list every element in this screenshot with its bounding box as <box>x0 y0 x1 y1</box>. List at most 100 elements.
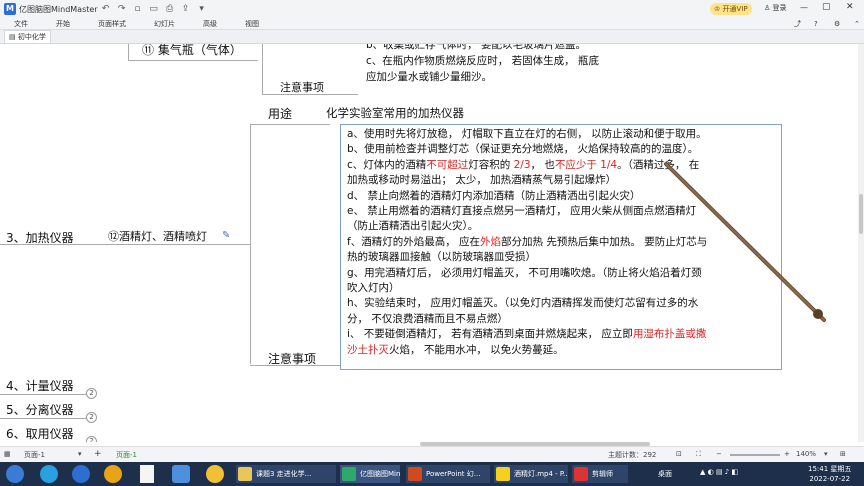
note-text: f、酒精灯的外焰最高， 应在 <box>347 235 481 248</box>
document-icon[interactable] <box>140 465 154 483</box>
taskbar-item-editor[interactable]: 剪辑师 <box>572 465 628 483</box>
folder-icon <box>238 467 252 481</box>
clock[interactable]: 15:41 星期五 2022-07-22 <box>808 464 851 484</box>
collapse-separating-button[interactable]: 2 <box>86 412 97 423</box>
help-icon[interactable]: ? <box>814 20 818 28</box>
open-icon[interactable]: ▭ <box>149 4 159 14</box>
connector <box>0 418 90 419</box>
fit-page-icon[interactable]: ⊞ <box>840 450 846 458</box>
notes-label[interactable]: 注意事项 <box>268 350 316 367</box>
note-text: 2/3 <box>513 158 531 171</box>
minimize-icon[interactable]: — <box>800 3 808 12</box>
undo-icon[interactable]: ↶ <box>101 4 111 14</box>
menu-view[interactable]: 视图 <box>245 19 259 29</box>
add-page-icon[interactable]: + <box>94 449 102 459</box>
collapse-ribbon-icon[interactable]: ⌃ <box>854 20 860 28</box>
note-text: e、 禁止用燃着的酒精灯直接点燃另一酒精灯， 应用火柴从侧面点燃酒精灯 <box>347 205 697 218</box>
menu-bar: 文件 开始 页面样式 幻灯片 高级 视图 ⤴ ? ⚙ ⌃ <box>0 18 864 30</box>
layout-icon[interactable]: ▦ <box>4 450 11 458</box>
collapse-measuring-button[interactable]: 2 <box>86 388 97 399</box>
app-title: 亿图脑图MindMaster <box>19 4 98 14</box>
login-button[interactable]: ♙ 登录 <box>764 3 787 13</box>
branch-measuring[interactable]: 4、计量仪器 <box>6 377 74 394</box>
taskbar-item-mindmaster[interactable]: 亿图脑图MindM... <box>340 465 400 483</box>
top-notes: b、收集或贮存气体时， 要配以毛玻璃片遮盖。 c、在瓶内作物质燃烧反应时， 若固… <box>366 44 599 83</box>
zoom-out-icon[interactable]: − <box>716 450 722 458</box>
node-alcohol-lamp[interactable]: ⑫酒精灯、酒精喷灯 <box>108 228 207 244</box>
fullscreen-icon[interactable]: ⛶ <box>696 450 701 459</box>
zoom-dropdown-icon[interactable]: ▾ <box>824 450 828 458</box>
topic-count: 主题计数：292 <box>608 451 657 459</box>
connector <box>250 124 251 364</box>
usage-text[interactable]: 化学实验室常用的加热仪器 <box>326 105 464 121</box>
page-dropdown-icon[interactable]: ▾ <box>78 450 82 458</box>
note-text: 灯容积的 <box>468 158 514 171</box>
desktop-label[interactable]: 桌面 <box>658 469 672 479</box>
taskbar-item-powerpoint[interactable]: PowerPoint 幻... <box>406 465 490 483</box>
branch-separating[interactable]: 5、分离仪器 <box>6 401 74 418</box>
tray-icons[interactable]: ▲ ◐ ▤ ♪ ◧ <box>700 468 738 476</box>
document-tabstrip: ▤ 初中化学 <box>0 30 864 44</box>
mindmaster-icon <box>342 467 356 481</box>
qq-icon[interactable] <box>206 465 224 483</box>
branch-heating[interactable]: 3、加热仪器 <box>6 229 74 246</box>
vertical-scrollbar[interactable] <box>858 44 864 442</box>
page-tab[interactable]: 页面-1 <box>116 450 137 460</box>
note-text: （防止酒精洒出引起火灾）。 <box>347 220 479 233</box>
redo-icon[interactable]: ↷ <box>117 4 127 14</box>
note-line: 沙土扑灭火焰， 不能用水冲， 以免火势蔓延。 <box>347 343 775 358</box>
zoom-level[interactable]: 140% <box>796 450 816 458</box>
node-gas-bottle[interactable]: ⑪ 集气瓶（气体） <box>142 44 242 58</box>
tab-document[interactable]: ▤ 初中化学 <box>4 30 51 43</box>
note-attachment-icon[interactable]: ✎ <box>222 230 230 241</box>
maximize-icon[interactable]: ▢ <box>822 2 831 12</box>
share-icon[interactable]: ⤴ <box>794 19 801 29</box>
ie-icon[interactable] <box>72 465 90 483</box>
status-bar: ▦ 页面-1 ▾ + 页面-1 主题计数：292 ⊡ ⛶ − + 140% ▾ … <box>0 446 864 462</box>
top-notes-label[interactable]: 注意事项 <box>280 79 324 95</box>
menu-page-style[interactable]: 页面样式 <box>98 19 126 29</box>
note-text: a、使用时先将灯放稳， 灯帽取下直立在灯的右侧， 以防止滚动和便于取用。 <box>347 128 707 140</box>
new-icon[interactable]: ▫ <box>133 4 143 14</box>
collapse-fetching-button[interactable]: 2 <box>86 436 97 442</box>
page-select[interactable]: 页面-1 <box>24 450 45 460</box>
chrome-icon[interactable] <box>104 465 122 483</box>
menu-file[interactable]: 文件 <box>14 19 28 29</box>
menu-start[interactable]: 开始 <box>56 19 70 29</box>
note-text: 外焰 <box>480 235 502 248</box>
more-icon[interactable]: ▾ <box>197 4 207 14</box>
vip-button[interactable]: ♔ 开通VIP <box>710 3 752 15</box>
taskbar-item-player[interactable]: 酒精灯.mp4 - P... <box>494 465 568 483</box>
taskbar: 课题3 走进化学... 亿图脑图MindM... PowerPoint 幻...… <box>0 462 864 486</box>
note-text: 不可超过 <box>426 158 469 171</box>
export-icon[interactable]: ⇪ <box>181 4 191 14</box>
menu-advanced[interactable]: 高级 <box>203 19 217 29</box>
start-button[interactable] <box>6 465 24 483</box>
note-text: g、用完酒精灯后， 必须用灯帽盖灭， 不可用嘴吹熄。（防止将火焰沿着灯颈 <box>347 266 702 279</box>
note-text: i、 不要碰倒酒精灯， 若有酒精洒到桌面并燃烧起来， 应立即 <box>347 328 633 341</box>
note-text: 热的玻璃器皿接触（以防玻璃器皿受损） <box>347 251 536 264</box>
vertical-scroll-thumb[interactable] <box>859 194 863 234</box>
crown-icon: ♔ <box>714 5 721 13</box>
zoom-slider[interactable] <box>730 454 780 456</box>
note-text: 分， 不仅浪费酒精而且不易点燃） <box>347 312 508 325</box>
note-text: c、灯体内的酒精 <box>347 158 427 171</box>
close-icon[interactable]: ✕ <box>846 2 854 12</box>
note-text: 吹入灯内） <box>347 282 400 295</box>
mindmap-canvas[interactable]: ⑪ 集气瓶（气体） b、收集或贮存气体时， 要配以毛玻璃片遮盖。 c、在瓶内作物… <box>0 44 858 442</box>
taskbar-item-folder[interactable]: 课题3 走进化学... <box>236 465 336 483</box>
connector <box>100 244 250 245</box>
note-text: b、使用前检查并调整灯芯（保证更充分地燃烧， 火焰保持较高的的温度）。 <box>347 143 699 156</box>
title-bar: M 亿图脑图MindMaster ↶ ↷ ▫ ▭ ⎙ ⇪ ▾ ♔ 开通VIP ♙… <box>0 0 864 18</box>
usage-label[interactable]: 用途 <box>268 105 292 122</box>
browser-icon[interactable] <box>172 465 190 483</box>
settings-icon[interactable]: ⚙ <box>834 20 840 28</box>
branch-fetching[interactable]: 6、取用仪器 <box>6 425 74 442</box>
print-icon[interactable]: ⎙ <box>165 4 175 14</box>
fit-icon[interactable]: ⊡ <box>676 450 682 458</box>
note-text: 加热或移动时易溢出； 太少， 加热酒精蒸气易引起爆炸） <box>347 174 617 187</box>
sogou-icon[interactable] <box>40 465 58 483</box>
connector <box>0 394 90 395</box>
zoom-in-icon[interactable]: + <box>784 450 790 458</box>
menu-slides[interactable]: 幻灯片 <box>154 19 175 29</box>
